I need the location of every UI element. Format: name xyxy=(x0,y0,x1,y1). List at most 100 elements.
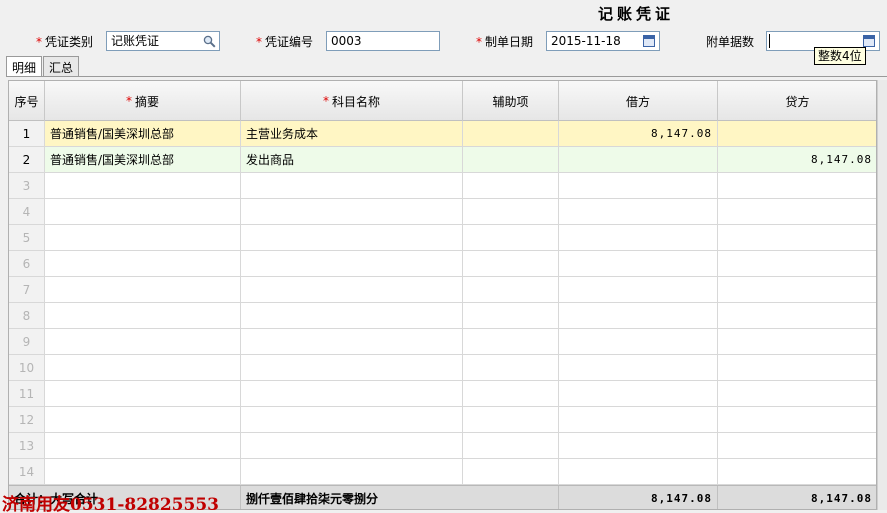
account-cell[interactable] xyxy=(241,407,463,432)
summary-cell[interactable] xyxy=(45,173,241,198)
summary-cell[interactable] xyxy=(45,199,241,224)
account-cell[interactable]: 主营业务成本 xyxy=(241,121,463,146)
account-cell[interactable] xyxy=(241,173,463,198)
credit-cell[interactable]: 8,147.08 xyxy=(718,147,876,172)
summary-cell[interactable] xyxy=(45,329,241,354)
voucher-type-field[interactable]: 记账凭证 xyxy=(106,31,220,51)
debit-cell[interactable] xyxy=(559,407,718,432)
summary-cell[interactable]: 普通销售/国美深圳总部 xyxy=(45,147,241,172)
debit-cell[interactable] xyxy=(559,251,718,276)
debit-cell[interactable] xyxy=(559,329,718,354)
credit-cell[interactable] xyxy=(718,433,876,458)
grid-header: 序号 * 摘要 * 科目名称 辅助项 借方 贷方 xyxy=(9,81,876,121)
auxiliary-cell[interactable] xyxy=(463,173,559,198)
table-row[interactable]: 3 xyxy=(9,173,876,199)
debit-cell[interactable] xyxy=(559,199,718,224)
account-cell[interactable] xyxy=(241,381,463,406)
table-row[interactable]: 4 xyxy=(9,199,876,225)
tab-detail[interactable]: 明细 xyxy=(6,56,43,77)
account-cell[interactable] xyxy=(241,303,463,328)
summary-cell[interactable]: 普通销售/国美深圳总部 xyxy=(45,121,241,146)
debit-cell[interactable] xyxy=(559,381,718,406)
credit-cell[interactable] xyxy=(718,173,876,198)
auxiliary-cell[interactable] xyxy=(463,329,559,354)
summary-cell[interactable] xyxy=(45,381,241,406)
account-cell[interactable] xyxy=(241,355,463,380)
account-cell[interactable]: 发出商品 xyxy=(241,147,463,172)
credit-cell[interactable] xyxy=(718,355,876,380)
calendar-icon[interactable] xyxy=(641,33,657,49)
debit-cell[interactable] xyxy=(559,147,718,172)
auxiliary-cell[interactable] xyxy=(463,199,559,224)
table-row[interactable]: 8 xyxy=(9,303,876,329)
account-cell[interactable] xyxy=(241,277,463,302)
credit-cell[interactable] xyxy=(718,277,876,302)
table-row[interactable]: 1 普通销售/国美深圳总部 主营业务成本 8,147.08 xyxy=(9,121,876,147)
auxiliary-cell[interactable] xyxy=(463,381,559,406)
table-row[interactable]: 13 xyxy=(9,433,876,459)
col-header-account[interactable]: * 科目名称 xyxy=(241,81,463,121)
table-row[interactable]: 12 xyxy=(9,407,876,433)
account-cell[interactable] xyxy=(241,329,463,354)
table-row[interactable]: 7 xyxy=(9,277,876,303)
credit-cell[interactable] xyxy=(718,407,876,432)
debit-cell[interactable] xyxy=(559,433,718,458)
account-cell[interactable] xyxy=(241,433,463,458)
debit-cell[interactable] xyxy=(559,225,718,250)
voucher-no-field[interactable]: 0003 xyxy=(326,31,440,51)
credit-cell[interactable] xyxy=(718,251,876,276)
account-cell[interactable] xyxy=(241,199,463,224)
table-row[interactable]: 6 xyxy=(9,251,876,277)
debit-cell[interactable] xyxy=(559,173,718,198)
summary-cell[interactable] xyxy=(45,303,241,328)
summary-cell[interactable] xyxy=(45,459,241,484)
summary-cell[interactable] xyxy=(45,225,241,250)
credit-cell[interactable] xyxy=(718,381,876,406)
table-row[interactable]: 2 普通销售/国美深圳总部 发出商品 8,147.08 xyxy=(9,147,876,173)
account-cell[interactable] xyxy=(241,225,463,250)
summary-cell[interactable] xyxy=(45,407,241,432)
table-row[interactable]: 5 xyxy=(9,225,876,251)
vertical-scrollbar[interactable] xyxy=(877,80,887,510)
summary-cell[interactable] xyxy=(45,251,241,276)
debit-cell[interactable]: 8,147.08 xyxy=(559,121,718,146)
auxiliary-cell[interactable] xyxy=(463,277,559,302)
date-field[interactable]: 2015-11-18 xyxy=(546,31,660,51)
account-cell[interactable] xyxy=(241,251,463,276)
auxiliary-cell[interactable] xyxy=(463,407,559,432)
auxiliary-cell[interactable] xyxy=(463,355,559,380)
debit-cell[interactable] xyxy=(559,303,718,328)
auxiliary-cell[interactable] xyxy=(463,147,559,172)
debit-cell[interactable] xyxy=(559,459,718,484)
auxiliary-cell[interactable] xyxy=(463,303,559,328)
col-header-credit[interactable]: 贷方 xyxy=(718,81,876,121)
credit-cell[interactable] xyxy=(718,459,876,484)
auxiliary-cell[interactable] xyxy=(463,121,559,146)
summary-cell[interactable] xyxy=(45,277,241,302)
table-row[interactable]: 10 xyxy=(9,355,876,381)
table-row[interactable]: 11 xyxy=(9,381,876,407)
credit-cell[interactable] xyxy=(718,121,876,146)
col-header-summary[interactable]: * 摘要 xyxy=(45,81,241,121)
voucher-grid: 序号 * 摘要 * 科目名称 辅助项 借方 贷方 1 普通销售/国美深圳总部 主营业… xyxy=(8,80,877,510)
credit-cell[interactable] xyxy=(718,329,876,354)
col-header-debit[interactable]: 借方 xyxy=(559,81,718,121)
magnifier-icon[interactable] xyxy=(201,33,217,49)
credit-cell[interactable] xyxy=(718,225,876,250)
credit-cell[interactable] xyxy=(718,199,876,224)
table-row[interactable]: 9 xyxy=(9,329,876,355)
auxiliary-cell[interactable] xyxy=(463,225,559,250)
debit-cell[interactable] xyxy=(559,355,718,380)
col-header-auxiliary[interactable]: 辅助项 xyxy=(463,81,559,121)
account-cell[interactable] xyxy=(241,459,463,484)
debit-cell[interactable] xyxy=(559,277,718,302)
auxiliary-cell[interactable] xyxy=(463,251,559,276)
table-row[interactable]: 14 xyxy=(9,459,876,485)
credit-cell[interactable] xyxy=(718,303,876,328)
summary-cell[interactable] xyxy=(45,433,241,458)
col-header-index[interactable]: 序号 xyxy=(9,81,45,121)
summary-cell[interactable] xyxy=(45,355,241,380)
tab-summary[interactable]: 汇总 xyxy=(43,56,80,76)
auxiliary-cell[interactable] xyxy=(463,433,559,458)
auxiliary-cell[interactable] xyxy=(463,459,559,484)
